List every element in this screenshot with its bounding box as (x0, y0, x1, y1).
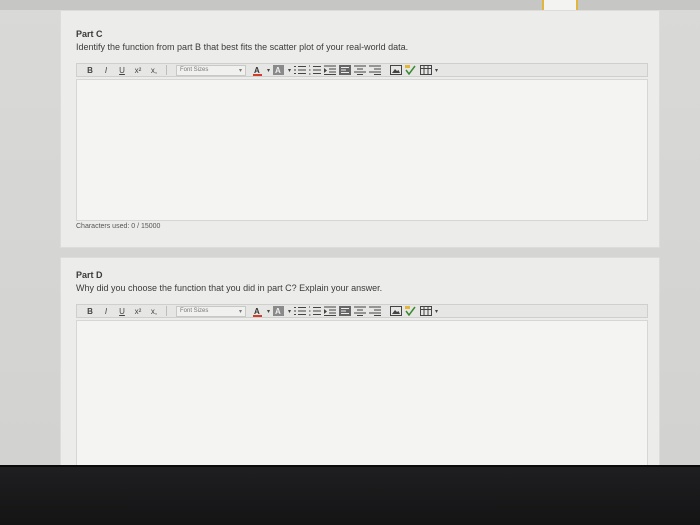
equation-icon[interactable] (405, 306, 417, 317)
toolbar-divider (166, 65, 167, 75)
indent-icon[interactable] (324, 306, 337, 317)
font-color-icon: A (253, 307, 262, 317)
align-center-icon[interactable] (354, 306, 367, 317)
chevron-down-icon: ▾ (238, 308, 242, 315)
part-c-char-count: Characters used: 0 / 15000 (76, 223, 161, 230)
highlight-button[interactable]: A (273, 305, 285, 317)
font-size-label: Font Sizes (180, 308, 209, 314)
font-color-chevron-icon[interactable]: ▾ (267, 67, 270, 74)
font-size-label: Font Sizes (180, 67, 209, 73)
font-color-button[interactable]: A (252, 65, 264, 76)
subscript-button[interactable]: x, (147, 305, 161, 317)
table-chevron-icon[interactable]: ▾ (435, 67, 438, 74)
table-chevron-icon[interactable]: ▾ (435, 308, 438, 315)
part-d-title: Part D (76, 270, 103, 280)
font-color-glyph: A (254, 66, 260, 75)
align-right-icon[interactable] (369, 65, 382, 76)
ordered-list-icon[interactable] (309, 65, 322, 76)
font-size-dropdown[interactable]: Font Sizes ▾ (176, 305, 246, 317)
highlight-button[interactable]: A (273, 64, 285, 76)
bold-button[interactable]: B (83, 305, 97, 317)
font-color-chevron-icon[interactable]: ▾ (267, 308, 270, 315)
part-c-toolbar: B I U x² x, Font Sizes ▾ A ▾ A ▾ ▾ (76, 63, 648, 77)
toolbar-divider (166, 306, 167, 316)
chevron-down-icon: ▾ (238, 67, 242, 74)
part-d-toolbar: B I U x² x, Font Sizes ▾ A ▾ A ▾ ▾ (76, 304, 648, 318)
table-icon[interactable] (420, 65, 433, 76)
italic-button[interactable]: I (99, 64, 113, 76)
monitor-bezel (0, 465, 700, 525)
underline-button[interactable]: U (115, 64, 129, 76)
part-c-editor[interactable] (76, 79, 648, 221)
superscript-button[interactable]: x² (131, 305, 145, 317)
highlight-glyph: A (275, 307, 281, 316)
bezel-edge (0, 465, 700, 467)
part-c-card: Part C Identify the function from part B… (60, 10, 660, 248)
part-d-editor[interactable] (76, 320, 648, 470)
highlight-chevron-icon[interactable]: ▾ (288, 67, 291, 74)
unordered-list-icon[interactable] (294, 65, 307, 76)
table-icon[interactable] (420, 306, 433, 317)
underline-button[interactable]: U (115, 305, 129, 317)
highlight-icon: A (273, 64, 285, 75)
highlight-chevron-icon[interactable]: ▾ (288, 308, 291, 315)
unordered-list-icon[interactable] (294, 306, 307, 317)
image-icon[interactable] (390, 306, 403, 317)
font-size-dropdown[interactable]: Font Sizes ▾ (176, 64, 246, 76)
font-color-icon: A (253, 66, 262, 76)
font-color-button[interactable]: A (252, 306, 264, 317)
browser-screen: Part C Identify the function from part B… (0, 0, 700, 474)
align-left-icon[interactable] (339, 65, 352, 76)
image-icon[interactable] (390, 65, 403, 76)
font-color-glyph: A (254, 307, 260, 316)
align-left-icon[interactable] (339, 306, 352, 317)
bold-button[interactable]: B (83, 64, 97, 76)
align-right-icon[interactable] (369, 306, 382, 317)
part-c-prompt: Identify the function from part B that b… (76, 42, 409, 52)
top-strip (0, 0, 700, 10)
highlight-glyph: A (275, 66, 281, 75)
part-c-title: Part C (76, 29, 103, 39)
equation-icon[interactable] (405, 65, 417, 76)
superscript-button[interactable]: x² (131, 64, 145, 76)
subscript-button[interactable]: x, (147, 64, 161, 76)
ordered-list-icon[interactable] (309, 306, 322, 317)
align-center-icon[interactable] (354, 65, 367, 76)
part-d-card: Part D Why did you choose the function t… (60, 257, 660, 474)
italic-button[interactable]: I (99, 305, 113, 317)
part-d-prompt: Why did you choose the function that you… (76, 283, 383, 293)
highlight-icon: A (273, 305, 285, 316)
indent-icon[interactable] (324, 65, 337, 76)
